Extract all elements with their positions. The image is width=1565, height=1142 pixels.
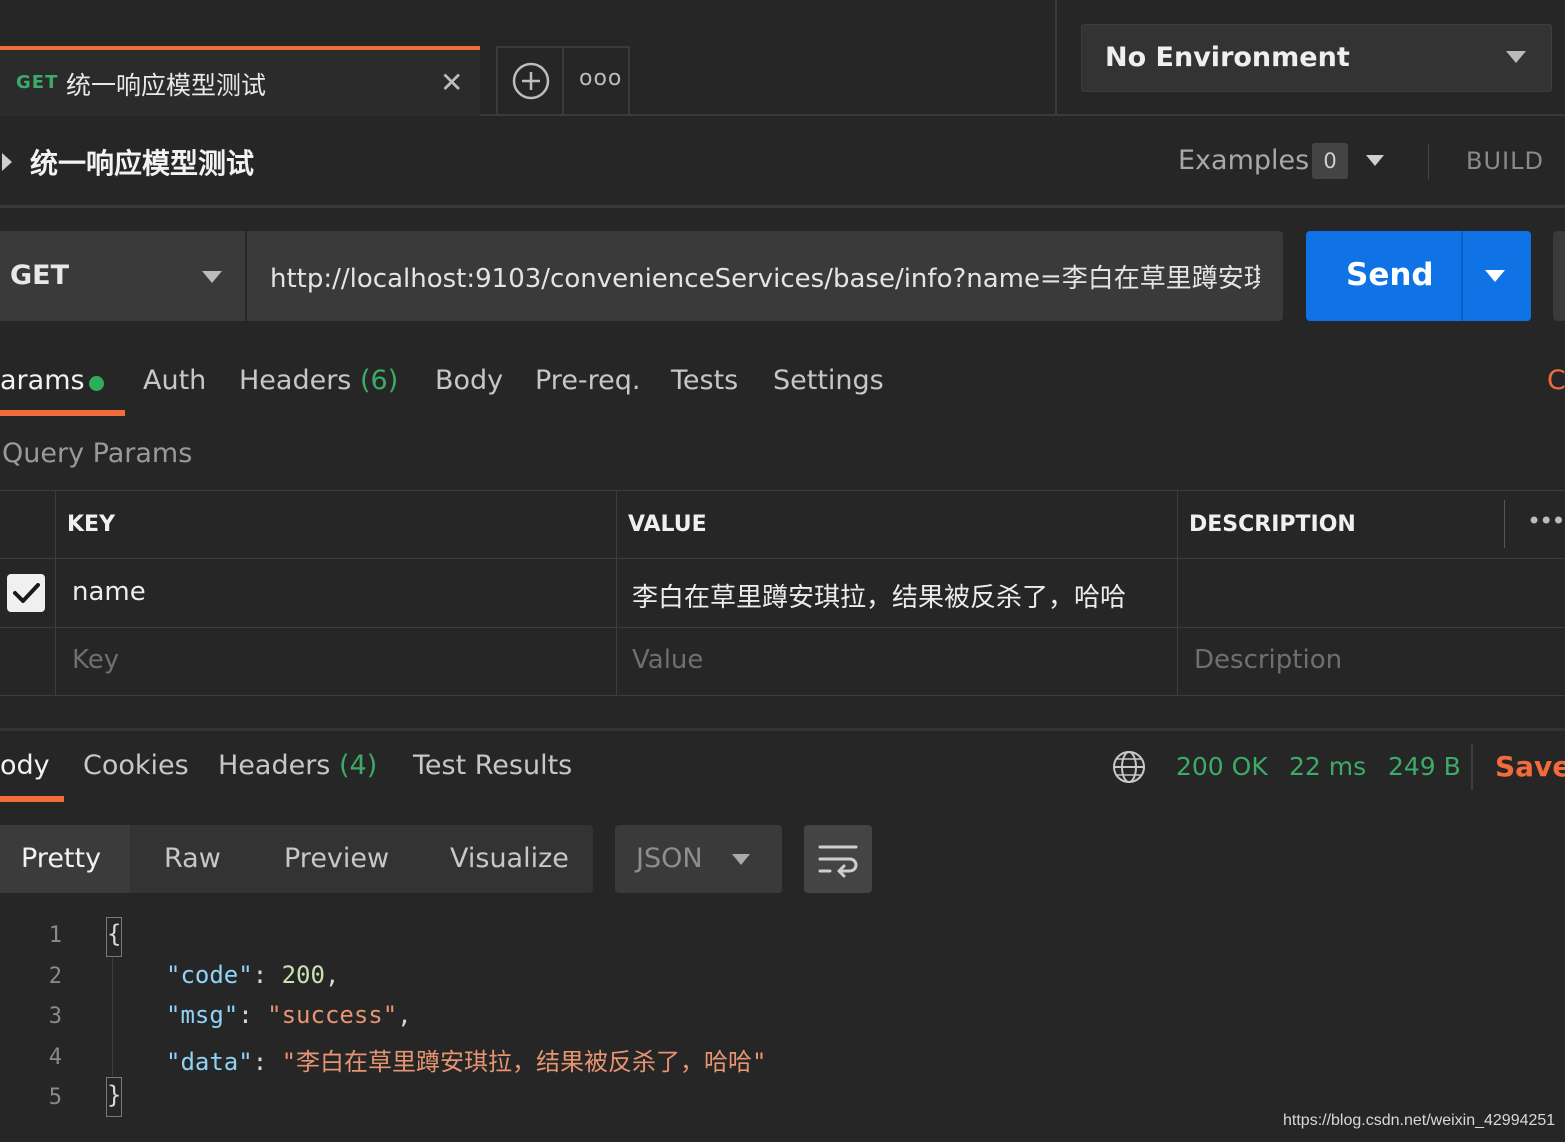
url-input-value[interactable]: http://localhost:9103/convenienceService…: [270, 258, 1260, 295]
tab-headers-count: (6): [359, 365, 399, 396]
view-visualize-button[interactable]: Visualize: [450, 843, 569, 874]
column-resizer[interactable]: [1504, 500, 1505, 548]
table-border: [0, 558, 1565, 559]
tab-settings[interactable]: Settings: [773, 365, 884, 396]
params-active-dot-icon: [89, 376, 104, 391]
line-number: 3: [48, 1004, 62, 1029]
view-raw-button[interactable]: Raw: [164, 843, 221, 874]
json-open-brace: {: [107, 920, 122, 948]
tab-auth[interactable]: Auth: [143, 365, 206, 396]
more-horizontal-icon: ooo: [579, 66, 623, 91]
tab-body[interactable]: Body: [435, 365, 503, 396]
chevron-down-icon: [732, 854, 750, 865]
json-key: "code": [166, 961, 253, 989]
send-options-chevron-icon[interactable]: [1485, 270, 1505, 282]
json-value: "李白在草里蹲安琪拉，结果被反杀了，哈哈": [281, 1048, 767, 1076]
divider: [1461, 231, 1463, 321]
response-tab-headers-count: (4): [338, 750, 378, 781]
json-value: 200: [281, 961, 325, 989]
table-border: [0, 627, 1565, 628]
param-key-input[interactable]: name: [72, 577, 146, 607]
format-select-value: JSON: [636, 843, 703, 874]
tab-more-button[interactable]: ooo: [564, 46, 630, 116]
line-number: 5: [48, 1085, 62, 1110]
examples-count-badge: 0: [1312, 143, 1348, 179]
view-pretty-button[interactable]: Pretty: [21, 843, 101, 874]
response-tab-headers-label: Headers: [218, 750, 331, 781]
method-select-value: GET: [10, 260, 70, 291]
build-mode-toggle[interactable]: BUILD: [1466, 147, 1544, 175]
cookies-link[interactable]: C: [1547, 365, 1565, 396]
divider: [1471, 744, 1473, 790]
line-number: 4: [48, 1045, 62, 1070]
response-time[interactable]: 22 ms: [1289, 752, 1366, 781]
close-icon[interactable]: ✕: [440, 66, 463, 99]
json-key: "data": [166, 1048, 253, 1076]
tab-headers[interactable]: Headers (6): [239, 365, 398, 396]
expand-arrow-icon[interactable]: [2, 153, 12, 171]
indent-guide: [112, 958, 113, 1076]
divider: [1428, 144, 1429, 180]
table-border: [0, 490, 1565, 491]
examples-dropdown[interactable]: Examples: [1178, 145, 1309, 176]
line-number: 2: [48, 964, 62, 989]
column-header-key: KEY: [67, 512, 116, 537]
query-params-title: Query Params: [2, 438, 193, 469]
response-status[interactable]: 200 OK: [1176, 752, 1268, 781]
view-preview-button[interactable]: Preview: [284, 843, 389, 874]
new-param-key-input[interactable]: Key: [72, 645, 119, 675]
new-tab-button[interactable]: [496, 46, 564, 116]
active-tab-indicator: [0, 410, 125, 416]
request-name[interactable]: 统一响应模型测试: [30, 142, 254, 182]
json-line-data: "data": "李白在草里蹲安琪拉，结果被反杀了，哈哈": [166, 1048, 767, 1076]
tab-tests[interactable]: Tests: [671, 365, 738, 396]
json-line-code: "code": 200,: [166, 961, 340, 989]
new-param-value-input[interactable]: Value: [632, 645, 703, 675]
response-tab-test-results[interactable]: Test Results: [413, 750, 572, 781]
response-tab-body[interactable]: ody: [0, 750, 50, 781]
checkmark-icon: [13, 583, 40, 603]
table-more-options-icon[interactable]: •••: [1527, 507, 1565, 535]
table-border: [1177, 490, 1178, 696]
json-line-msg: "msg": "success",: [166, 1001, 412, 1029]
divider: [1055, 0, 1057, 116]
chevron-down-icon: [1506, 51, 1526, 63]
plus-circle-icon: [512, 62, 550, 100]
divider: [0, 205, 1565, 208]
save-request-button[interactable]: [1553, 231, 1565, 321]
send-button-label[interactable]: Send: [1346, 257, 1434, 293]
table-border: [55, 490, 56, 696]
table-border: [0, 695, 1565, 696]
active-tab-indicator: [0, 796, 64, 802]
param-value-input[interactable]: 李白在草里蹲安琪拉，结果被反杀了，哈哈: [632, 577, 1126, 614]
tab-method-badge: GET: [16, 72, 59, 93]
watermark: https://blog.csdn.net/weixin_42994251: [1283, 1112, 1556, 1129]
globe-icon[interactable]: [1112, 750, 1146, 784]
json-key: "msg": [166, 1001, 239, 1029]
tab-params[interactable]: arams: [0, 365, 85, 396]
line-number: 1: [48, 923, 62, 948]
table-border: [616, 490, 617, 696]
param-enabled-checkbox[interactable]: [7, 574, 45, 612]
chevron-down-icon: [202, 271, 222, 283]
environment-select-value: No Environment: [1105, 42, 1350, 73]
new-param-description-input[interactable]: Description: [1194, 645, 1342, 675]
json-close-brace: }: [107, 1081, 122, 1109]
column-header-value: VALUE: [628, 512, 707, 537]
wrap-lines-icon: [818, 845, 858, 878]
column-header-description: DESCRIPTION: [1189, 512, 1356, 537]
divider: [0, 728, 1565, 731]
tab-title: 统一响应模型测试: [66, 71, 267, 100]
tab-pre-request[interactable]: Pre-req.: [535, 365, 641, 396]
chevron-down-icon[interactable]: [1366, 155, 1384, 166]
json-value: "success": [267, 1001, 398, 1029]
save-response-button[interactable]: Save: [1495, 750, 1565, 783]
response-tab-headers[interactable]: Headers (4): [218, 750, 377, 781]
tab-headers-label: Headers: [239, 365, 352, 396]
response-tab-cookies[interactable]: Cookies: [83, 750, 189, 781]
response-size[interactable]: 249 B: [1388, 752, 1461, 781]
wrap-lines-button[interactable]: [804, 825, 872, 893]
